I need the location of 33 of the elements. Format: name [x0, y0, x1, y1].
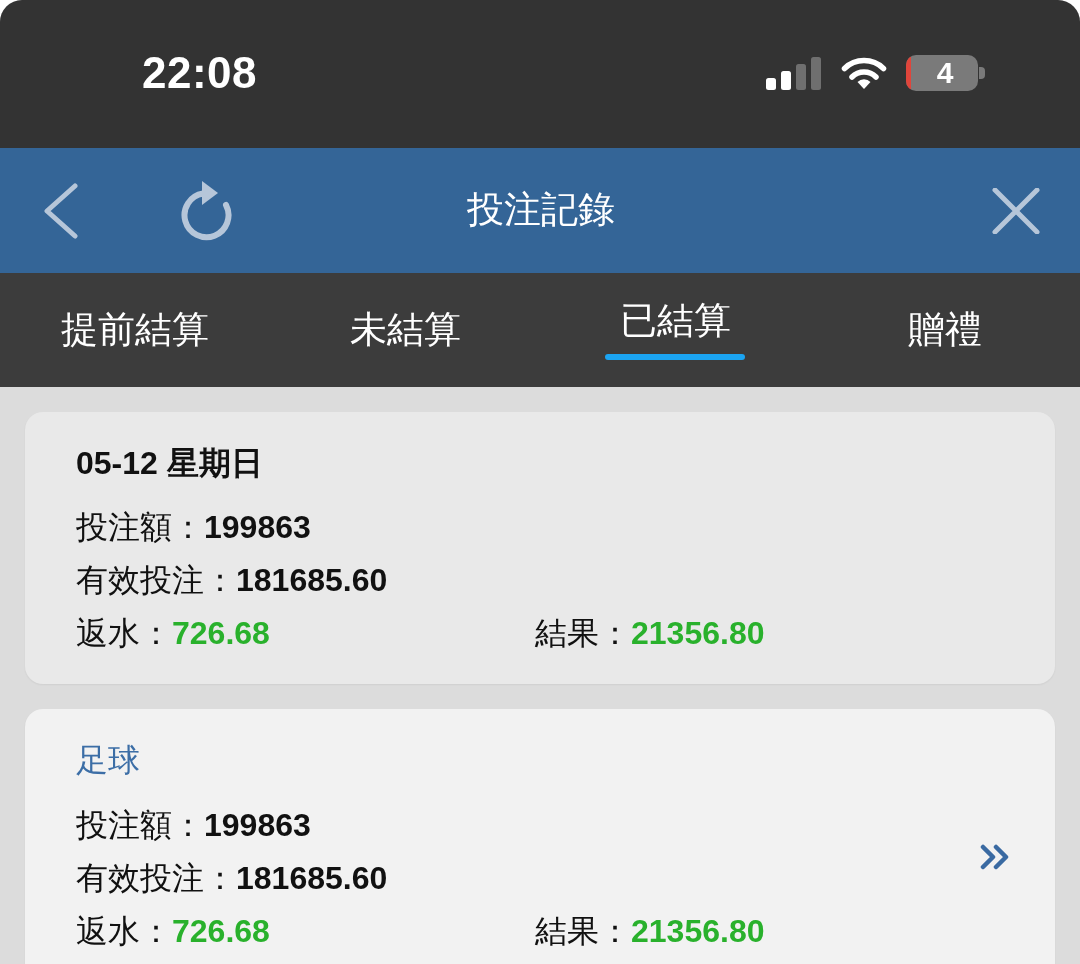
field-value: 726.68 [172, 912, 270, 949]
status-time: 22:08 [142, 51, 258, 95]
sport-name: 足球 [76, 741, 140, 780]
battery-icon [906, 55, 985, 91]
field-value: 726.68 [172, 614, 270, 651]
field-label: 結果： [535, 614, 631, 651]
field-value: 21356.80 [631, 912, 765, 949]
field-label: 有效投注： [76, 859, 236, 896]
field-value: 199863 [204, 806, 311, 843]
field-label: 投注額： [76, 806, 204, 843]
field-label: 結果： [535, 912, 631, 949]
close-icon [992, 187, 1040, 234]
wifi-icon [840, 56, 888, 90]
double-chevron-icon[interactable] [980, 843, 1010, 870]
battery-percentage: 4 [936, 59, 954, 87]
field-value: 21356.80 [631, 614, 765, 651]
tab[interactable]: 未結算 [270, 273, 540, 387]
field-label: 返水： [76, 912, 172, 949]
field-value: 199863 [204, 508, 311, 545]
tab[interactable]: 提前結算 [0, 273, 270, 387]
close-button[interactable] [992, 187, 1040, 234]
date-heading: 05-12 星期日 [76, 444, 263, 483]
field-label: 有效投注： [76, 561, 236, 598]
tab[interactable]: 已結算 [540, 273, 810, 387]
field-label: 投注額： [76, 508, 204, 545]
tab[interactable]: 贈禮 [810, 273, 1080, 387]
field-value: 181685.60 [236, 561, 388, 598]
signal-icon [766, 56, 822, 90]
back-chevron-icon [42, 182, 78, 239]
field-label: 返水： [76, 614, 172, 651]
page-title: 投注記錄 [467, 188, 615, 233]
field-value: 181685.60 [236, 859, 388, 896]
back-button[interactable] [42, 182, 78, 239]
